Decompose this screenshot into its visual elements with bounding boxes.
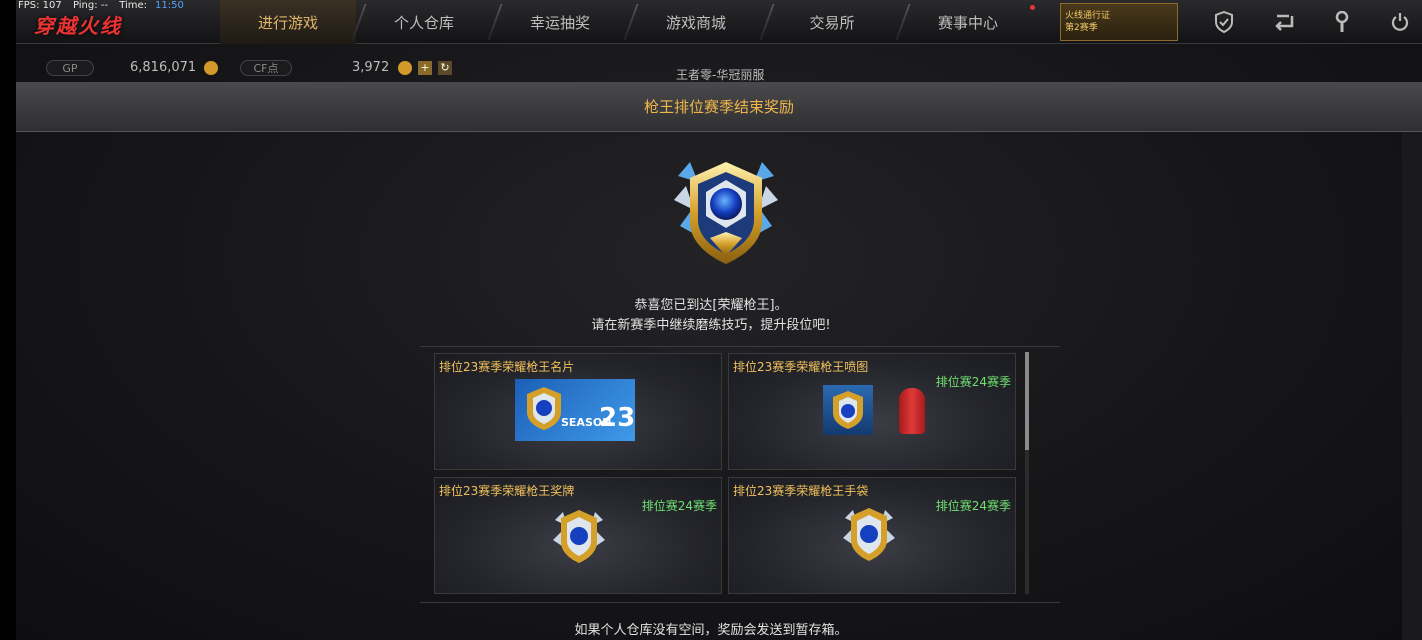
cf-label: CF点: [240, 60, 292, 76]
encourage-message: 请在新赛季中继续磨练技巧，提升段位吧!: [591, 318, 831, 333]
time-readout: 11:50: [155, 0, 184, 11]
reward-season: 排位赛24赛季: [641, 499, 717, 513]
tab-label: 幸运抽奖: [529, 13, 590, 32]
spray-can-icon: [899, 388, 925, 434]
dialog-header: 枪王排位赛季结束奖励: [16, 82, 1422, 132]
game-logo: 穿越火线: [34, 10, 122, 39]
badge-line2: 第2赛季: [1065, 23, 1098, 33]
refresh-icon[interactable]: ↻: [438, 61, 452, 75]
power-icon[interactable]: [1388, 10, 1412, 34]
dialog-title: 枪王排位赛季结束奖励: [643, 98, 794, 116]
reward-season: 排位赛24赛季: [935, 375, 1011, 389]
tab-label: 赛事中心: [937, 13, 998, 32]
congrats-message: 恭喜您已到达[荣耀枪王]。: [634, 298, 788, 313]
gp-label: GP: [46, 60, 94, 76]
tab-label: 个人仓库: [393, 13, 454, 32]
logo-text: 穿越火线: [34, 14, 122, 38]
reward-card[interactable]: 排位23赛季荣耀枪王手袋 排位赛24赛季: [728, 477, 1016, 594]
top-navigation: FPS: 107 Ping: -- Time: 11:50 穿越火线 进行游戏 个…: [16, 0, 1422, 44]
gp-coin-icon: [204, 61, 218, 75]
right-edge: [1402, 82, 1422, 640]
divider-bottom: [420, 602, 1060, 603]
wrench-icon[interactable]: [1330, 10, 1354, 34]
cf-value: 3,972: [352, 60, 390, 75]
reward-season: 排位赛24赛季: [935, 499, 1011, 513]
server-name: 王者零-华冠丽服: [676, 68, 765, 82]
notification-dot: [1030, 5, 1035, 10]
cf-coin-icon: [398, 61, 412, 75]
medal-icon: [553, 510, 605, 563]
mini-emblem-icon: [833, 391, 863, 429]
scrollbar-thumb[interactable]: [1025, 352, 1029, 450]
reward-name: 排位23赛季荣耀枪王奖牌: [439, 484, 575, 498]
tab-label: 交易所: [809, 13, 855, 32]
divider-top: [420, 346, 1060, 347]
add-cf-button[interactable]: +: [418, 61, 432, 75]
season-card-number: 23: [599, 403, 635, 433]
tab-label: 进行游戏: [257, 13, 318, 32]
gp-value: 6,816,071: [130, 60, 197, 75]
reward-card[interactable]: 排位23赛季荣耀枪王名片 SEASON 23: [434, 353, 722, 470]
inventory-notice: 如果个人仓库没有空间，奖励会发送到暂存箱。: [574, 623, 848, 638]
return-icon[interactable]: [1272, 10, 1296, 34]
spray-image: [823, 385, 873, 435]
tab-exchange[interactable]: 交易所: [764, 0, 900, 44]
time-label: Time:: [119, 0, 148, 11]
medal-icon: [843, 508, 895, 561]
reward-name: 排位23赛季荣耀枪王名片: [439, 360, 575, 374]
reward-card[interactable]: 排位23赛季荣耀枪王喷图 排位赛24赛季: [728, 353, 1016, 470]
reward-card[interactable]: 排位23赛季荣耀枪王奖牌 排位赛24赛季: [434, 477, 722, 594]
tab-events[interactable]: 赛事中心: [900, 0, 1036, 44]
tab-inventory[interactable]: 个人仓库: [356, 0, 492, 44]
tab-label: 游戏商城: [665, 13, 726, 32]
reward-name: 排位23赛季荣耀枪王喷图: [733, 360, 869, 374]
tab-lucky-draw[interactable]: 幸运抽奖: [492, 0, 628, 44]
season-card-image: SEASON 23: [515, 379, 635, 441]
tab-store[interactable]: 游戏商城: [628, 0, 764, 44]
battle-pass-badge[interactable]: 火线通行证 第2赛季: [1060, 3, 1178, 41]
currency-bar: GP 6,816,071 CF点 3,972 + ↻ 王者零-华冠丽服: [16, 54, 1422, 82]
shield-icon[interactable]: [1212, 10, 1236, 34]
tab-play[interactable]: 进行游戏: [220, 0, 356, 44]
badge-line1: 火线通行证: [1065, 11, 1111, 21]
reward-name: 排位23赛季荣耀枪王手袋: [733, 484, 869, 498]
rank-emblem: [674, 162, 778, 264]
